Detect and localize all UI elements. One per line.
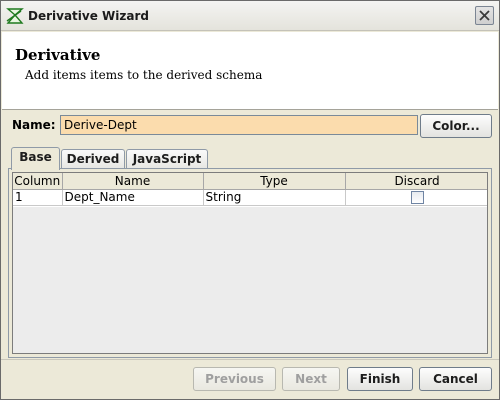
derivative-wizard-dialog: Derivative Wizard Derivative Add items i… bbox=[0, 0, 500, 400]
derivative-wizard-icon bbox=[6, 7, 24, 25]
table-row[interactable]: 1 Dept_Name String bbox=[13, 189, 487, 206]
column-header-name[interactable]: Name bbox=[62, 173, 204, 190]
cell-discard bbox=[345, 189, 487, 206]
base-tab-panel: Column Name Type Discard 1 Dept_Name Str… bbox=[8, 168, 492, 358]
tab-base[interactable]: Base bbox=[11, 147, 60, 170]
cell-type[interactable]: String bbox=[203, 189, 346, 206]
column-header-type[interactable]: Type bbox=[203, 173, 346, 190]
cell-name[interactable]: Dept_Name bbox=[62, 189, 204, 206]
cell-column[interactable]: 1 bbox=[13, 189, 63, 206]
schema-table: Column Name Type Discard 1 Dept_Name Str… bbox=[12, 172, 488, 354]
column-header-discard[interactable]: Discard bbox=[345, 173, 487, 190]
page-title: Derivative bbox=[15, 46, 101, 64]
discard-checkbox[interactable] bbox=[410, 191, 424, 204]
table-header-row: Column Name Type Discard bbox=[13, 173, 487, 190]
column-header-column[interactable]: Column bbox=[13, 173, 63, 190]
next-button[interactable]: Next bbox=[282, 367, 340, 391]
finish-button[interactable]: Finish bbox=[347, 367, 413, 391]
name-label: Name: bbox=[12, 118, 56, 132]
cancel-button[interactable]: Cancel bbox=[419, 367, 492, 391]
close-icon bbox=[479, 10, 490, 21]
table-empty-area bbox=[13, 207, 487, 353]
footer-separator bbox=[1, 359, 499, 360]
tab-javascript[interactable]: JavaScript bbox=[126, 149, 208, 169]
tab-derived[interactable]: Derived bbox=[61, 149, 125, 169]
previous-button[interactable]: Previous bbox=[193, 367, 276, 391]
page-description: Add items items to the derived schema bbox=[25, 68, 263, 82]
window-title: Derivative Wizard bbox=[28, 9, 149, 23]
color-button[interactable]: Color... bbox=[420, 114, 492, 138]
title-bar[interactable]: Derivative Wizard bbox=[1, 1, 499, 31]
close-button[interactable] bbox=[475, 6, 494, 25]
name-field[interactable] bbox=[60, 115, 418, 135]
wizard-header: Derivative Add items items to the derive… bbox=[2, 32, 498, 110]
